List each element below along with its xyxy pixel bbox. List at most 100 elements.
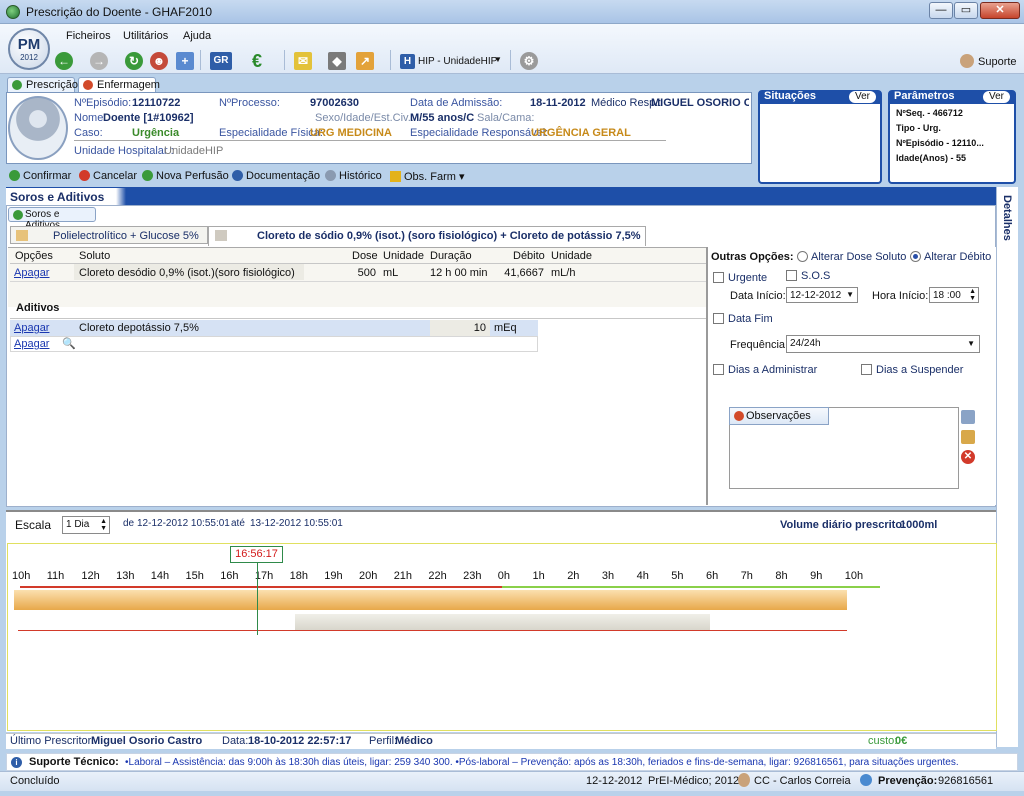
solution-color-icon [16,230,28,241]
close-button[interactable]: ✕ [980,2,1020,19]
history-icon [325,170,336,181]
documentacao-label: Documentação [246,170,320,182]
aditivo-dose[interactable]: 10 [448,322,486,334]
dias-administrar-checkbox[interactable]: Dias a Administrar [713,364,817,376]
search-icon[interactable]: 🔍 [62,337,76,350]
hour-tick-label: 10h [12,570,31,582]
data-inicio-value: 12-12-2012 [790,290,842,301]
solution-color-icon [215,230,227,241]
data-fim-checkbox[interactable]: Data Fim [713,313,773,325]
forward-icon[interactable]: → [90,52,108,70]
hour-tick-label: 3h [601,570,615,582]
solution-tab-2[interactable]: Cloreto de sódio 0,9% (isot.) (soro fisi… [208,226,646,246]
soluto-dose[interactable]: 500 [346,267,376,279]
hora-inicio-value: 18 :00 [933,290,961,301]
alterar-dose-radio[interactable]: Alterar Dose Soluto [797,251,906,263]
tab-prescricao[interactable]: Prescrição [7,77,78,92]
chevron-down-icon[interactable]: ▼ [967,339,975,348]
medico-value: MIGUEL OSORIO CAS [651,97,749,109]
new-window-icon[interactable]: + [176,52,194,70]
admissao-label: Data de Admissão: [410,97,503,109]
detalhes-label: Detalhes [1001,195,1013,241]
dias-suspender-checkbox[interactable]: Dias a Suspender [861,364,963,376]
parametros-ver-button[interactable]: Ver [982,91,1010,103]
soluto-duracao[interactable]: 12 h 00 min [430,267,487,279]
prescritor-label: Último Prescritor: [10,735,95,747]
time-spinner-icon[interactable]: ▲ ▼ [969,288,976,302]
frequencia-select[interactable]: 24/24h ▼ [786,335,980,353]
observacoes-tab[interactable]: Observações [729,407,829,425]
warning-icon [390,171,401,182]
apagar-aditivo-link[interactable]: Apagar [14,322,49,334]
esp-resp-value: URGÊNCIA GERAL [531,127,631,139]
minimize-button[interactable]: — [929,2,953,19]
subtab-dot-icon [13,210,23,220]
gr-icon[interactable]: GR [210,52,232,70]
cancelar-label: Cancelar [93,170,138,182]
tab-prescricao-label: Prescrição [26,79,78,91]
euro-icon[interactable]: € [248,52,266,70]
menu-utilitarios[interactable]: Utilitários [123,30,168,42]
apagar-new-aditivo-link[interactable]: Apagar [14,338,49,350]
sos-checkbox[interactable]: S.O.S [786,270,830,282]
support-link[interactable]: Suporte [978,56,1017,68]
paste-icon[interactable] [961,430,975,444]
aditivo-new-row[interactable] [10,336,538,352]
settings-icon[interactable]: ⚙ [520,52,538,70]
soluto-debito[interactable]: 41,6667 [500,267,544,279]
solution-tab-2-label: Cloreto de sódio 0,9% (isot.) (soro fisi… [257,230,641,242]
confirmar-button[interactable]: Confirmar [9,170,71,182]
escala-input[interactable]: 1 Dia ▲ ▼ [62,516,110,534]
users-icon[interactable]: ☻ [150,52,168,70]
support-icon [960,54,974,68]
back-icon[interactable]: ← [55,52,73,70]
copy-icon[interactable] [961,410,975,424]
documentacao-button[interactable]: Documentação [232,170,320,182]
detalhes-tab[interactable]: Detalhes [996,187,1018,747]
data-inicio-input[interactable]: 12-12-2012 ▼ [786,287,858,303]
check-icon [9,170,20,181]
esp-fisica-label: Especialidade Física: [219,127,323,139]
checkbox-icon [861,364,872,375]
toolbar-separator [510,50,511,70]
delete-icon[interactable]: ✕ [961,450,975,464]
window-title-bar: Prescrição do Doente - GHAF2010 — ▭ ✕ [0,0,1024,24]
apagar-soluto-link[interactable]: Apagar [14,267,49,279]
perfusion-bar-2[interactable] [295,614,710,630]
unit-selector[interactable]: HIP - UnidadeHIP [418,56,497,67]
alterar-debito-radio[interactable]: Alterar Débito [910,251,991,263]
solution-tab-1[interactable]: Polielectrolítico + Glucose 5% [10,226,208,244]
caso-label: Caso: [74,127,103,139]
cancel-icon [79,170,90,181]
date-dropdown-icon[interactable]: ▼ [846,290,854,299]
menu-ficheiros[interactable]: Ficheiros [66,30,111,42]
situacoes-ver-button[interactable]: Ver [848,91,876,103]
hora-inicio-input[interactable]: 18 :00 ▲ ▼ [929,287,979,303]
volume-value: 1000ml [900,519,938,531]
hour-tick-label: 13h [116,570,135,582]
mail-icon[interactable]: ✉ [294,52,312,70]
unidade-value: UnidadeHIP [164,145,224,157]
obs-farm-button[interactable]: Obs. Farm ▾ [390,170,465,183]
subtab-soros-aditivos[interactable]: Soros e Aditivos [8,207,96,231]
unit-dropdown-icon[interactable]: ▼ [494,55,502,64]
data-inicio-label: Data Início: [730,290,786,302]
tab-enfermagem[interactable]: Enfermagem [78,77,160,92]
pill-icon[interactable]: ◆ [328,52,346,70]
perfusion-bar-1[interactable] [14,590,847,610]
escala-spinner-icon[interactable]: ▲ ▼ [100,518,107,532]
menu-ajuda[interactable]: Ajuda [183,30,211,42]
pm-logo[interactable]: PM 2012 [8,28,50,70]
refresh-icon[interactable]: ↻ [125,52,143,70]
chart-icon[interactable]: ↗ [356,52,374,70]
soluto-unidade: mL [383,267,399,279]
urgente-checkbox[interactable]: Urgente [713,272,767,284]
urgente-label: Urgente [728,272,768,284]
historico-button[interactable]: Histórico [325,170,382,182]
nova-perfusao-button[interactable]: Nova Perfusão [142,170,229,182]
custo-value: 0€ [895,735,908,747]
col-debito: Débito [513,250,545,262]
hour-tick-label: 0h [497,570,511,582]
maximize-button[interactable]: ▭ [954,2,978,19]
cancelar-button[interactable]: Cancelar [79,170,137,182]
